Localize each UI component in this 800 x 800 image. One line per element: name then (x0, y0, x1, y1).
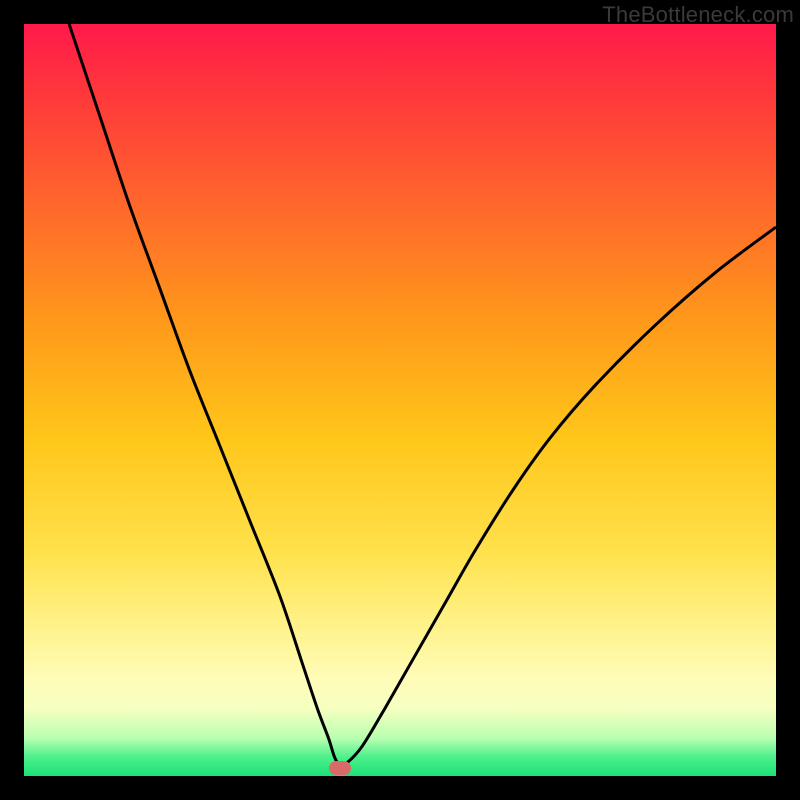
bottleneck-curve (24, 24, 776, 776)
curve-path (69, 24, 776, 765)
chart-frame (24, 24, 776, 776)
minimum-marker (329, 761, 351, 775)
